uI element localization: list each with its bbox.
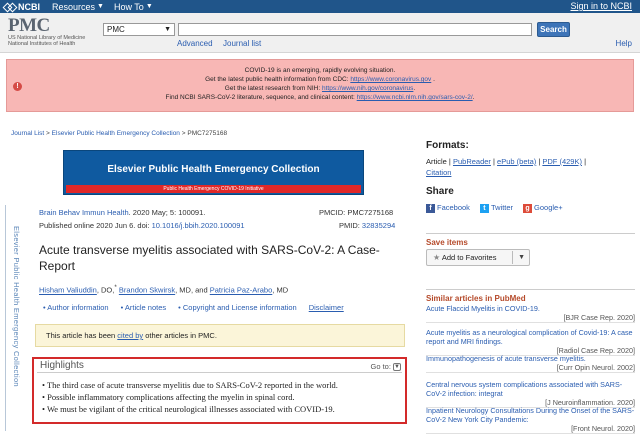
- breadcrumb-collection[interactable]: Elsevier Public Health Emergency Collect…: [52, 130, 180, 137]
- similar-article-link[interactable]: Acute Flaccid Myelitis in COVID-19.: [426, 304, 540, 313]
- side-collection-label[interactable]: Elsevier Public Health Emergency Collect…: [9, 226, 21, 387]
- list-item: Central nervous system complications ass…: [426, 380, 635, 408]
- journal-link[interactable]: Brain Behav Immun Health: [39, 208, 129, 217]
- star-icon: ★: [433, 253, 441, 262]
- howto-menu[interactable]: How To ▼: [114, 2, 153, 12]
- google-share[interactable]: g Google+: [523, 203, 563, 213]
- cdc-link[interactable]: https://www.coronavirus.gov: [350, 76, 431, 83]
- share-heading: Share: [426, 186, 454, 197]
- ncbi-sars-link[interactable]: https://www.ncbi.nlm.nih.gov/sars-cov-2/: [357, 94, 473, 101]
- pdf-link[interactable]: PDF (429K): [542, 157, 582, 166]
- copyright-toggle[interactable]: • Copyright and License information: [178, 303, 297, 312]
- pmid-link[interactable]: 32835294: [362, 221, 395, 230]
- breadcrumb: Journal List > Elsevier Public Health Em…: [11, 130, 228, 137]
- chevron-down-icon[interactable]: ▼: [518, 250, 525, 265]
- formats-list: Article | PubReader | ePub (beta) | PDF …: [426, 157, 587, 177]
- search-button[interactable]: Search: [537, 22, 570, 37]
- chevron-down-icon: ▼: [145, 3, 153, 10]
- pmid-line: PMID: 32835294: [339, 221, 396, 230]
- list-item: Inpatient Neurology Consultations During…: [426, 406, 635, 434]
- search-input[interactable]: [178, 23, 532, 36]
- pmc-logo[interactable]: PMC US National Library of Medicine Nati…: [8, 16, 100, 49]
- epub-link[interactable]: ePub (beta): [497, 157, 536, 166]
- breadcrumb-journal-list[interactable]: Journal List: [11, 130, 44, 137]
- advanced-search-link[interactable]: Advanced: [177, 39, 213, 48]
- covid-alert-banner: ! COVID-19 is an emerging, rapidly evolv…: [6, 59, 634, 112]
- citation-line: Brain Behav Immun Health. 2020 May; 5: 1…: [39, 208, 206, 217]
- list-item: • The third case of acute transverse mye…: [42, 380, 338, 390]
- pmc-header: PMC US National Library of Medicine Nati…: [0, 13, 640, 53]
- add-to-favorites-button[interactable]: ★ Add to Favorites ▼: [426, 249, 530, 266]
- similar-article-link[interactable]: Immunopathogenesis of acute transverse m…: [426, 354, 586, 363]
- save-items-heading[interactable]: Save items: [426, 233, 635, 247]
- journal-list-link[interactable]: Journal list: [223, 39, 261, 48]
- author-link[interactable]: Patricia Paz-Arabo: [210, 286, 273, 295]
- chevron-down-icon: ▼: [164, 26, 171, 33]
- facebook-share[interactable]: f Facebook: [426, 203, 470, 213]
- pmcid: PMCID: PMC7275168: [319, 208, 394, 217]
- list-item: Acute myelitis as a neurological complic…: [426, 328, 635, 356]
- highlights-section: Highlights Go to: ▼ • The third case of …: [32, 357, 407, 424]
- formats-heading: Formats:: [426, 140, 469, 151]
- signin-link[interactable]: Sign in to NCBI: [570, 1, 632, 11]
- article-title: Acute transverse myelitis associated wit…: [39, 243, 380, 273]
- author-link[interactable]: Brandon Skwirsk: [119, 286, 175, 295]
- pubreader-link[interactable]: PubReader: [453, 157, 491, 166]
- nih-link[interactable]: https://www.nih.gov/coronavirus: [322, 85, 413, 92]
- goto-menu[interactable]: Go to: ▼: [370, 362, 401, 372]
- collection-banner[interactable]: Elsevier Public Health Emergency Collect…: [63, 150, 364, 195]
- cited-by-notice: This article has been cited by other art…: [35, 324, 405, 347]
- doi-link[interactable]: 10.1016/j.bbih.2020.100091: [152, 221, 245, 230]
- facebook-icon: f: [426, 203, 435, 213]
- highlights-list: • The third case of acute transverse mye…: [42, 379, 338, 415]
- article-meta-links: • Author information • Article notes • C…: [43, 303, 344, 312]
- database-select[interactable]: PMC ▼: [103, 23, 175, 36]
- author-information-toggle[interactable]: • Author information: [43, 303, 109, 312]
- similar-article-link[interactable]: Inpatient Neurology Consultations During…: [426, 406, 634, 424]
- similar-articles-heading[interactable]: Similar articles in PubMed: [426, 289, 635, 303]
- chevron-down-icon: ▼: [97, 3, 104, 10]
- doi-line: Published online 2020 Jun 6. doi: 10.101…: [39, 221, 245, 230]
- ncbi-logo-icon: [4, 2, 16, 11]
- ncbi-topbar: NCBI Resources ▼ How To ▼ Sign in to NCBI: [0, 0, 640, 13]
- chevron-down-icon: ▼: [393, 363, 401, 372]
- list-item: • We must be vigilant of the critical ne…: [42, 404, 335, 414]
- similar-article-link[interactable]: Acute myelitis as a neurological complic…: [426, 328, 633, 346]
- disclaimer-link[interactable]: Disclaimer: [309, 303, 344, 312]
- google-plus-icon: g: [523, 203, 533, 213]
- article-notes-toggle[interactable]: • Article notes: [121, 303, 167, 312]
- similar-article-link[interactable]: Central nervous system complications ass…: [426, 380, 622, 398]
- twitter-icon: t: [479, 203, 489, 213]
- list-item: Acute Flaccid Myelitis in COVID-19. [BJR …: [426, 304, 635, 323]
- cited-by-link[interactable]: cited by: [117, 331, 143, 340]
- authors: Hisham Valiuddin, DO,* Brandon Skwirsk, …: [39, 284, 289, 295]
- twitter-share[interactable]: t Twitter: [479, 203, 513, 213]
- author-link[interactable]: Hisham Valiuddin: [39, 286, 97, 295]
- highlights-heading: Highlights: [40, 360, 84, 371]
- citation-link[interactable]: Citation: [426, 168, 451, 177]
- list-item: Immunopathogenesis of acute transverse m…: [426, 354, 635, 373]
- list-item: • Possible inflammatory complications af…: [42, 392, 295, 402]
- help-link[interactable]: Help: [616, 39, 632, 48]
- share-links: f Facebook t Twitter g Google+: [426, 203, 563, 213]
- ncbi-brand[interactable]: NCBI: [4, 2, 40, 12]
- resources-menu[interactable]: Resources ▼: [52, 2, 104, 12]
